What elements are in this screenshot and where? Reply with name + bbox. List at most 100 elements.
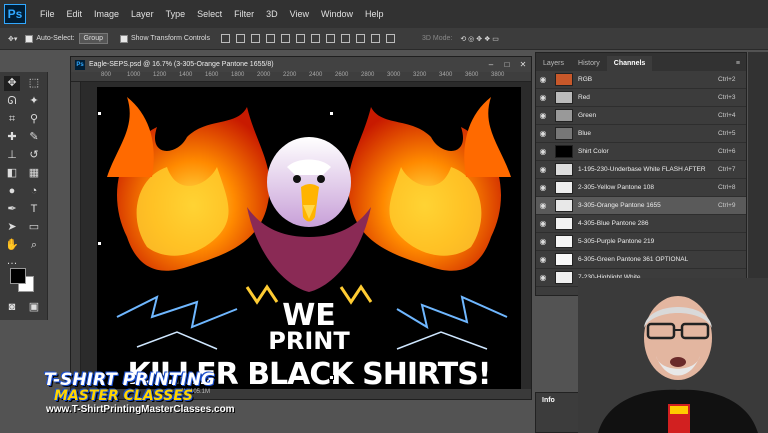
visibility-eye-icon[interactable]: ◉ [536, 201, 550, 210]
brush-tool-icon[interactable]: ✎ [26, 130, 42, 145]
channel-row[interactable]: ◉ Shirt Color Ctrl+6 [536, 143, 746, 161]
distribute-top-icon[interactable] [310, 34, 320, 43]
distribute-center-icon[interactable] [370, 34, 380, 43]
menu-filter[interactable]: Filter [228, 0, 260, 28]
visibility-eye-icon[interactable]: ◉ [536, 273, 550, 282]
drag-3d-icon[interactable]: ✥ [476, 35, 482, 43]
maximize-icon[interactable]: □ [499, 60, 515, 69]
move-tool-preset[interactable]: ✥ ▾ [8, 35, 17, 43]
menu-3d[interactable]: 3D [260, 0, 284, 28]
align-right-icon[interactable] [295, 34, 305, 43]
distribute-bottom-icon[interactable] [340, 34, 350, 43]
scale-3d-icon[interactable]: ▭ [492, 35, 499, 43]
brand-url[interactable]: www.T-ShirtPrintingMasterClasses.com [46, 404, 235, 415]
visibility-eye-icon[interactable]: ◉ [536, 129, 550, 138]
hand-tool-icon[interactable]: ✋ [4, 238, 20, 253]
visibility-eye-icon[interactable]: ◉ [536, 111, 550, 120]
visibility-eye-icon[interactable]: ◉ [536, 147, 550, 156]
pen-tool-icon[interactable]: ✒ [4, 202, 20, 217]
channel-row[interactable]: ◉ 2-305-Yellow Pantone 108 Ctrl+8 [536, 179, 746, 197]
gradient-tool-icon[interactable]: ▦ [26, 166, 42, 181]
screen-mode-icon[interactable]: ▣ [26, 300, 42, 315]
visibility-eye-icon[interactable]: ◉ [536, 255, 550, 264]
3d-mode-label: 3D Mode: [421, 35, 453, 42]
stamp-tool-icon[interactable]: ⊥ [4, 148, 20, 163]
more-tools-icon[interactable]: … [4, 254, 20, 269]
menu-edit[interactable]: Edit [61, 0, 89, 28]
visibility-eye-icon[interactable]: ◉ [536, 219, 550, 228]
menu-select[interactable]: Select [191, 0, 228, 28]
channel-row[interactable]: ◉ 1-195-230-Underbase White FLASH AFTER Ct… [536, 161, 746, 179]
align-center-icon[interactable] [280, 34, 290, 43]
marquee-tool-icon[interactable]: ⬚ [26, 76, 42, 91]
rectangle-tool-icon[interactable]: ▭ [26, 220, 42, 235]
slide-3d-icon[interactable]: ❖ [484, 35, 490, 43]
tab-layers[interactable]: Layers [536, 56, 571, 71]
tab-history[interactable]: History [571, 56, 607, 71]
crop-tool-icon[interactable]: ⌗ [4, 112, 20, 127]
transform-handle[interactable] [97, 241, 102, 246]
type-tool-icon[interactable]: T [26, 202, 42, 217]
auto-select-checkbox[interactable] [25, 34, 34, 43]
channel-thumbnail [555, 163, 573, 176]
path-select-tool-icon[interactable]: ➤ [4, 220, 20, 235]
transform-handle[interactable] [329, 111, 334, 116]
document-title: Eagle-SEPS.psd @ 16.7% (3-305-Orange Pan… [89, 61, 274, 68]
eyedropper-tool-icon[interactable]: ⚲ [26, 112, 42, 127]
visibility-eye-icon[interactable]: ◉ [536, 237, 550, 246]
channel-shortcut: Ctrl+2 [718, 76, 736, 83]
menu-type[interactable]: Type [160, 0, 192, 28]
dodge-tool-icon[interactable]: ◔ [26, 184, 42, 199]
transform-handle[interactable] [329, 375, 334, 380]
history-brush-tool-icon[interactable]: ↺ [26, 148, 42, 163]
align-bottom-icon[interactable] [250, 34, 260, 43]
channel-row[interactable]: ◉ Green Ctrl+4 [536, 107, 746, 125]
menu-image[interactable]: Image [88, 0, 125, 28]
channel-row[interactable]: ◉ 4-305-Blue Pantone 286 [536, 215, 746, 233]
menu-view[interactable]: View [284, 0, 315, 28]
close-icon[interactable]: ✕ [515, 60, 531, 69]
eraser-tool-icon[interactable]: ◧ [4, 166, 20, 181]
foreground-color-swatch[interactable] [10, 268, 26, 284]
distribute-right-icon[interactable] [385, 34, 395, 43]
align-left-icon[interactable] [265, 34, 275, 43]
menu-window[interactable]: Window [315, 0, 359, 28]
menu-layer[interactable]: Layer [125, 0, 160, 28]
channel-row[interactable]: ◉ 6-305-Green Pantone 361 OPTIONAL [536, 251, 746, 269]
tab-channels[interactable]: Channels [606, 56, 653, 71]
channel-name: Green [578, 112, 597, 119]
minimize-icon[interactable]: – [483, 60, 499, 69]
visibility-eye-icon[interactable]: ◉ [536, 165, 550, 174]
move-tool-icon[interactable]: ✥ [4, 76, 20, 91]
document-canvas[interactable]: WE PRINT KILLER BLACK SHIRTS! [97, 87, 521, 391]
auto-select-dropdown[interactable]: Group [78, 33, 108, 44]
document-tab[interactable]: Ps Eagle-SEPS.psd @ 16.7% (3-305-Orange … [71, 57, 531, 72]
channel-row[interactable]: ◉ 5-305-Purple Pantone 219 [536, 233, 746, 251]
healing-tool-icon[interactable]: ✚ [4, 130, 20, 145]
distribute-left-icon[interactable] [355, 34, 365, 43]
transform-handle[interactable] [97, 111, 102, 116]
channel-row[interactable]: ◉ RGB Ctrl+2 [536, 71, 746, 89]
quick-mask-icon[interactable]: ◙ [4, 300, 20, 315]
channel-row[interactable]: ◉ Blue Ctrl+5 [536, 125, 746, 143]
roll-3d-icon[interactable]: ◎ [468, 35, 474, 43]
menu-help[interactable]: Help [359, 0, 390, 28]
visibility-eye-icon[interactable]: ◉ [536, 75, 550, 84]
lasso-tool-icon[interactable]: ᘏ [4, 94, 20, 109]
blur-tool-icon[interactable]: ● [4, 184, 20, 199]
align-middle-icon[interactable] [235, 34, 245, 43]
channel-thumbnail [555, 253, 573, 266]
zoom-tool-icon[interactable]: ⌕ [26, 238, 42, 253]
magic-wand-tool-icon[interactable]: ✦ [26, 94, 42, 109]
menu-file[interactable]: File [34, 0, 61, 28]
transform-checkbox[interactable] [120, 34, 128, 43]
panel-menu-icon[interactable]: ≡ [730, 56, 746, 71]
distribute-middle-icon[interactable] [325, 34, 335, 43]
visibility-eye-icon[interactable]: ◉ [536, 183, 550, 192]
channel-row[interactable]: ◉ 3-305-Orange Pantone 1655 Ctrl+9 [536, 197, 746, 215]
channel-row[interactable]: ◉ Red Ctrl+3 [536, 89, 746, 107]
align-top-icon[interactable] [220, 34, 230, 43]
ruler-tick-label: 3600 [465, 72, 479, 78]
rotate-3d-icon[interactable]: ⟲ [460, 35, 466, 43]
visibility-eye-icon[interactable]: ◉ [536, 93, 550, 102]
